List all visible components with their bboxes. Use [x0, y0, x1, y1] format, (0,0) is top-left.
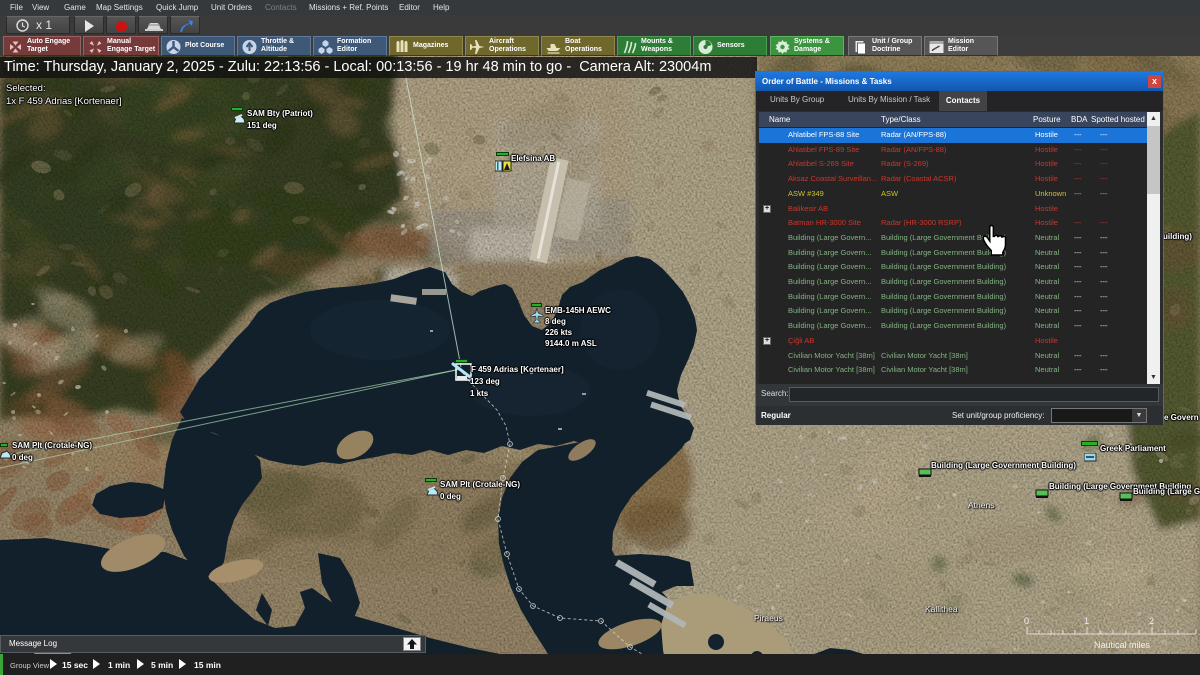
svg-text:Nautical miles: Nautical miles [1094, 640, 1151, 650]
svg-text:0: 0 [1024, 616, 1029, 626]
svg-text:2: 2 [1149, 616, 1154, 626]
svg-text:1: 1 [1084, 616, 1089, 626]
